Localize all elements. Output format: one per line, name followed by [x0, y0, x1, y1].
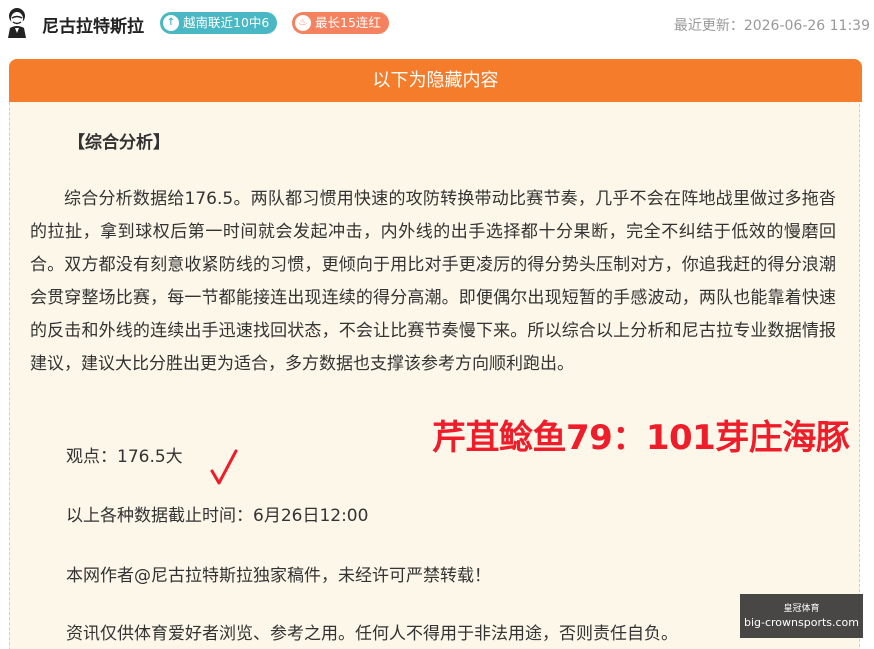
arrow-up-icon: ↑: [163, 15, 179, 31]
flame-icon: ♨: [295, 15, 311, 31]
site-watermark: 皇冠体育 big-crownsports.com: [740, 594, 863, 638]
check-mark-icon: [210, 449, 238, 485]
section-title: 【综合分析】: [68, 133, 170, 153]
data-cutoff-time: 以上各种数据截止时间：6月26日12:00: [66, 506, 369, 526]
panel-title: 以下为隐藏内容: [9, 59, 862, 102]
longest-streak-badge: ♨ 最长15连红: [292, 12, 389, 34]
recent-record-badge: ↑ 越南联近10中6: [160, 12, 278, 34]
last-updated: 最近更新：2026-06-26 11:39: [673, 18, 870, 34]
author-avatar[interactable]: [4, 6, 30, 38]
analysis-paragraph: 综合分析数据给176.5。两队都习惯用快速的攻防转换带动比赛节奏，几乎不会在阵地…: [30, 189, 836, 374]
longest-streak-text: 最长15连红: [315, 15, 381, 30]
disclaimer-text: 资讯仅供体育爱好者浏览、参考之用。任何人不得用于非法用途，否则责任自负。: [66, 624, 678, 644]
copyright-notice: 本网作者@尼古拉特斯拉独家稿件，未经许可严禁转载！: [66, 566, 491, 586]
prediction-view: 观点：176.5大: [66, 447, 183, 467]
recent-record-text: 越南联近10中6: [183, 15, 270, 30]
final-score-overlay: 芹苴鲶鱼79：101芽庄海豚: [432, 418, 850, 458]
post-header: 尼古拉特斯拉 ↑ 越南联近10中6 ♨ 最长15连红 最近更新：2026-06-…: [0, 0, 874, 48]
watermark-brand: 皇冠体育: [783, 604, 820, 614]
author-name[interactable]: 尼古拉特斯拉: [42, 12, 144, 37]
watermark-url: big-crownsports.com: [743, 616, 860, 629]
